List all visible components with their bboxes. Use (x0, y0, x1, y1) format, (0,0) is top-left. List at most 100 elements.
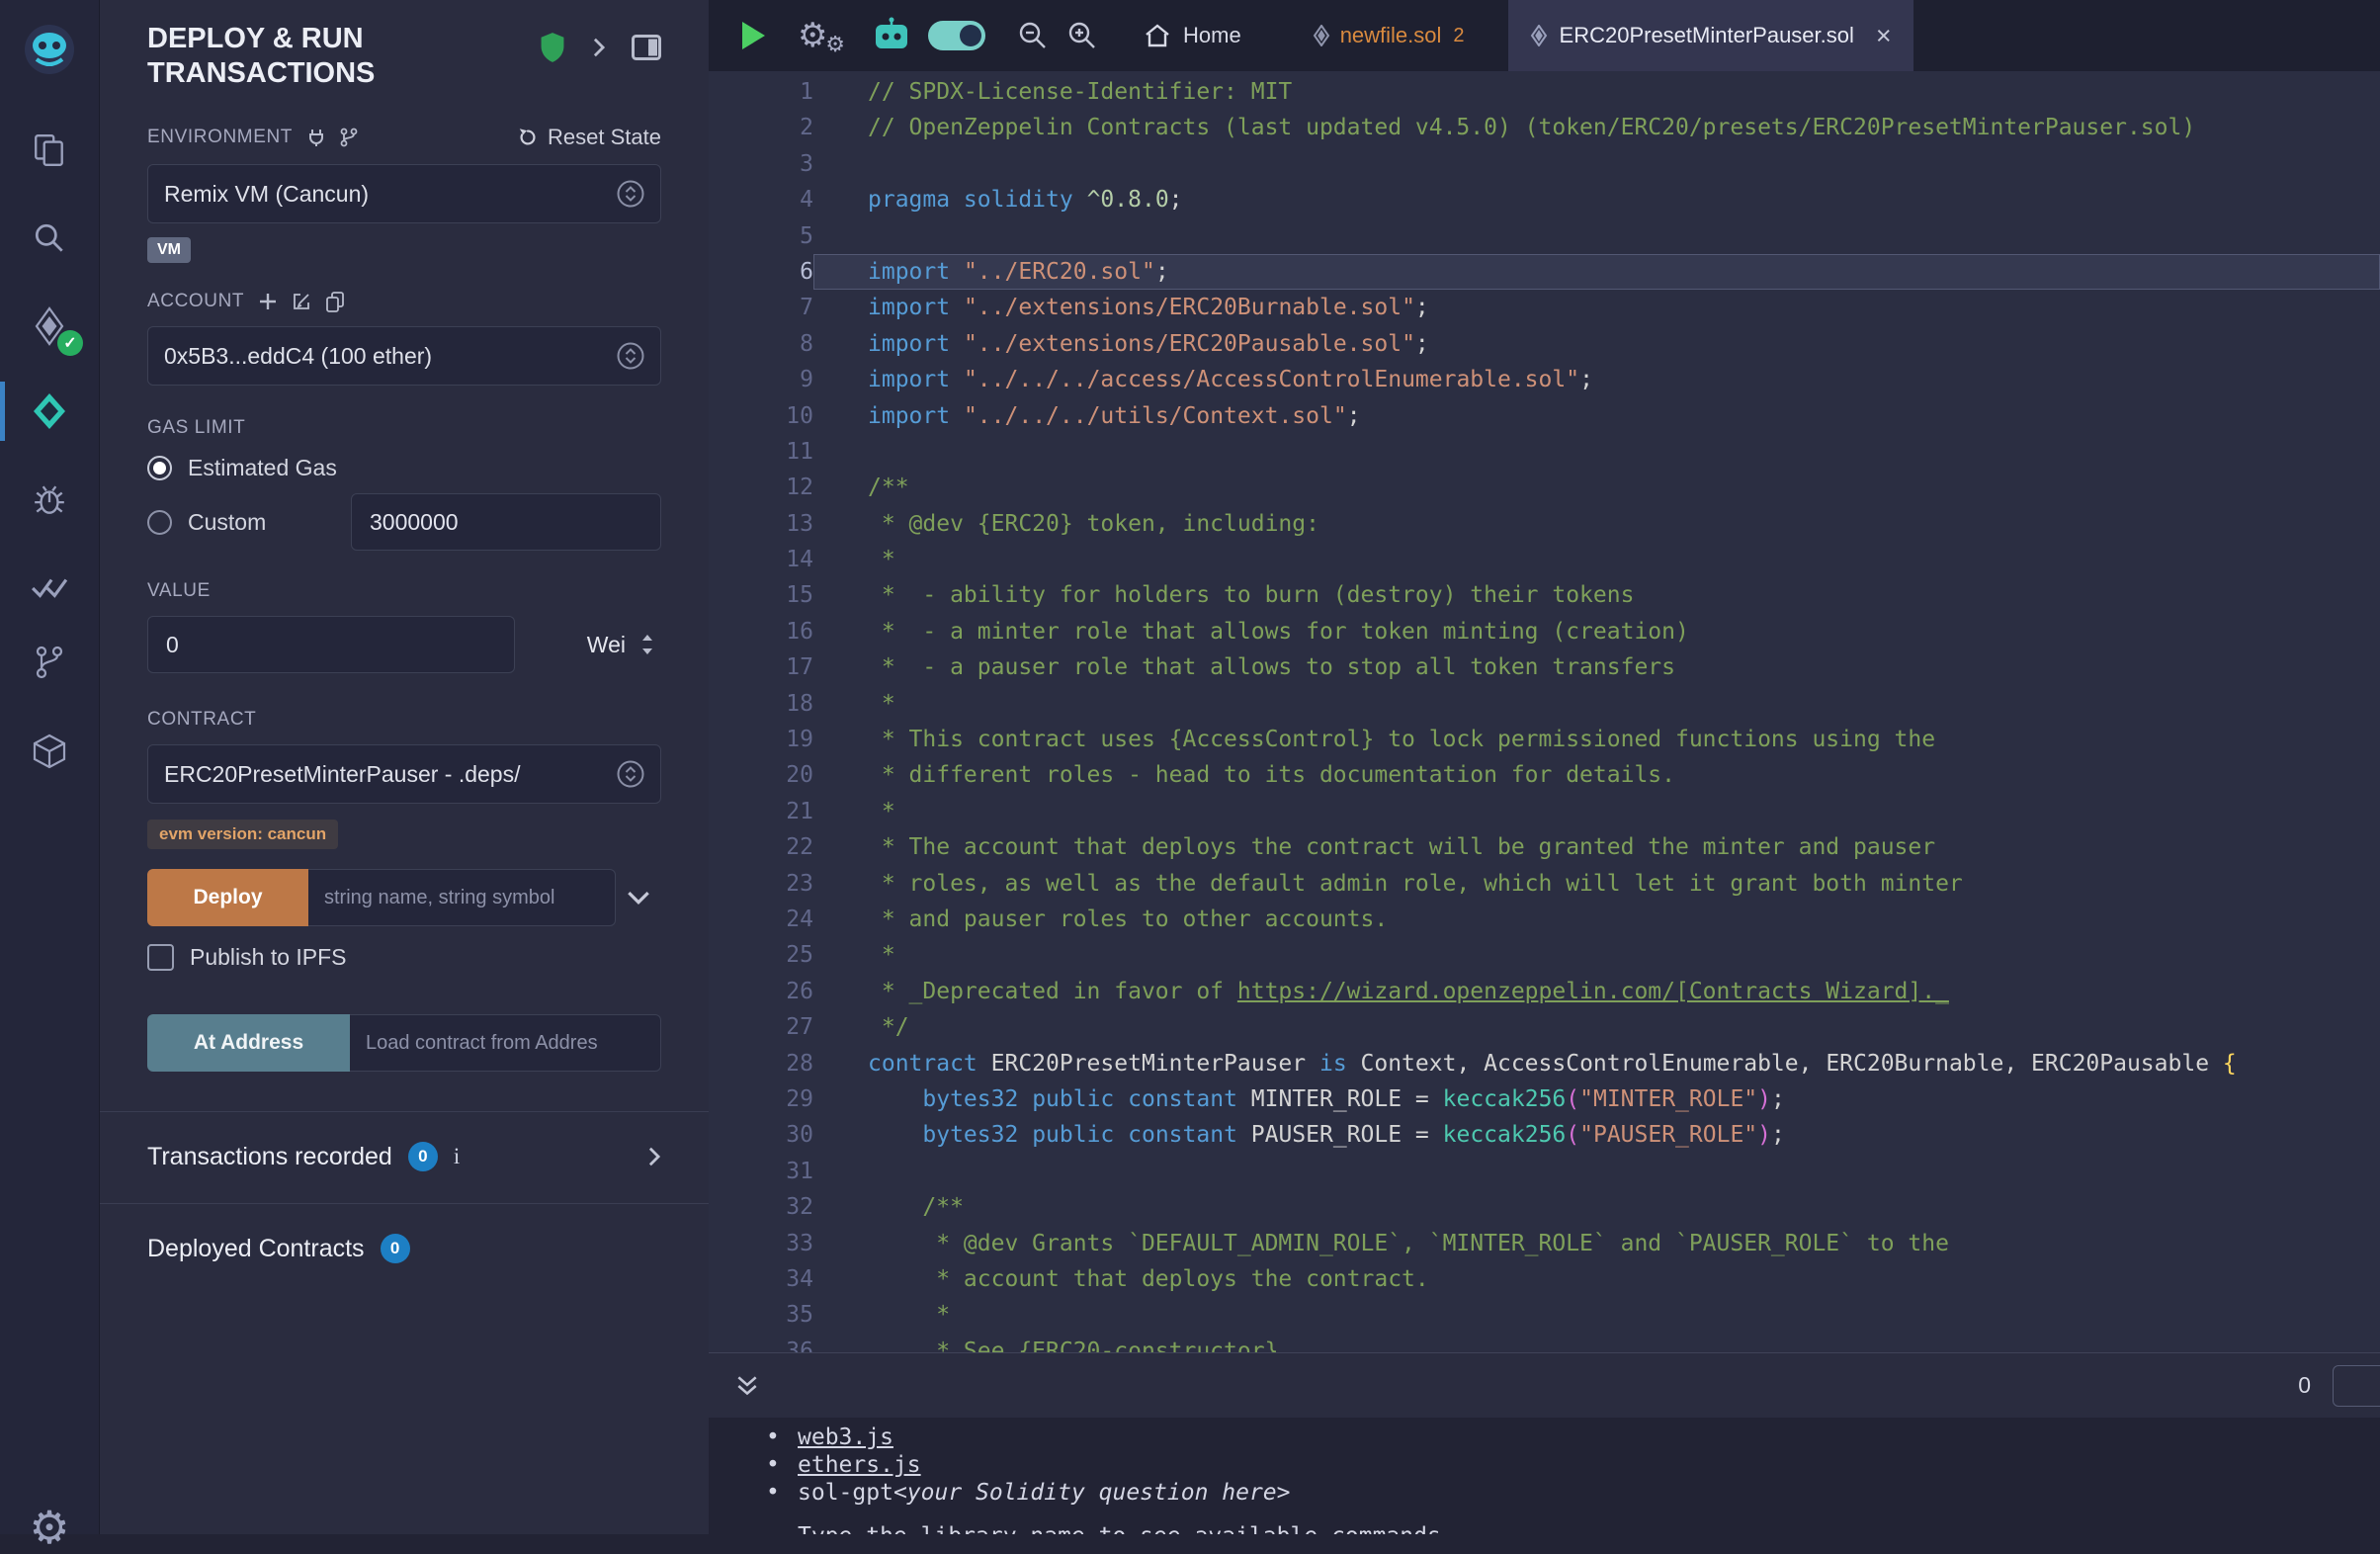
at-address-input[interactable] (350, 1014, 661, 1072)
terminal-output[interactable]: •web3.js•ethers.js•sol-gpt <your Solidit… (709, 1418, 2380, 1534)
ai-assistant-button[interactable] (871, 17, 912, 54)
terminal-link[interactable]: web3.js (798, 1424, 893, 1451)
publish-ipfs-checkbox[interactable] (147, 944, 174, 971)
code-line[interactable]: 18 * (709, 686, 2380, 722)
line-number: 20 (709, 757, 813, 793)
code-line[interactable]: 17 * - a pauser role that allows to stop… (709, 649, 2380, 685)
code-line[interactable]: 34 * account that deploys the contract. (709, 1261, 2380, 1297)
code-line[interactable]: 2// OpenZeppelin Contracts (last updated… (709, 110, 2380, 145)
zoom-in-button[interactable] (1066, 20, 1098, 51)
account-select[interactable]: 0x5B3...eddC4 (100 ether) (147, 326, 661, 386)
settings-icon[interactable]: ⚙ (0, 1501, 99, 1554)
chevron-right-icon[interactable] (647, 1146, 661, 1167)
code-line[interactable]: 15 * - ability for holders to burn (dest… (709, 577, 2380, 613)
deploy-button[interactable]: Deploy (147, 869, 308, 926)
estimated-gas-radio[interactable] (147, 456, 172, 480)
constructor-params-input[interactable] (308, 869, 616, 926)
code-line[interactable]: 26 * _Deprecated in favor of https://wiz… (709, 974, 2380, 1009)
code-line[interactable]: 16 * - a minter role that allows for tok… (709, 614, 2380, 649)
contract-select[interactable]: ERC20PresetMinterPauser - .deps/ (147, 744, 661, 804)
line-number: 15 (709, 577, 813, 613)
code-editor[interactable]: 1// SPDX-License-Identifier: MIT2// Open… (709, 71, 2380, 1352)
tab-erc20-preset[interactable]: ERC20PresetMinterPauser.sol × (1508, 0, 1913, 71)
code-line[interactable]: 8import "../extensions/ERC20Pausable.sol… (709, 326, 2380, 362)
vm-badge: VM (147, 237, 191, 263)
code-line[interactable]: 19 * This contract uses {AccessControl} … (709, 722, 2380, 757)
add-account-icon[interactable] (258, 292, 278, 311)
code-line[interactable]: 5 (709, 218, 2380, 254)
remix-logo[interactable] (0, 14, 99, 85)
expand-params-button[interactable] (616, 869, 661, 926)
code-line[interactable]: 4pragma solidity ^0.8.0; (709, 182, 2380, 217)
code-line[interactable]: 27 */ (709, 1009, 2380, 1045)
line-number: 36 (709, 1334, 813, 1352)
code-line[interactable]: 25 * (709, 937, 2380, 973)
code-line[interactable]: 24 * and pauser roles to other accounts. (709, 902, 2380, 937)
deployed-contracts-section[interactable]: Deployed Contracts 0 (147, 1204, 661, 1263)
terminal-search-box[interactable] (2333, 1365, 2380, 1407)
tab-home[interactable]: Home (1128, 0, 1257, 71)
search-item[interactable] (0, 203, 99, 274)
code-line[interactable]: 14 * (709, 542, 2380, 577)
environment-select[interactable]: Remix VM (Cancun) (147, 164, 661, 223)
custom-gas-input[interactable] (351, 493, 661, 551)
plug-icon[interactable] (306, 128, 326, 147)
zoom-out-button[interactable] (1017, 20, 1049, 51)
copy-icon[interactable] (325, 291, 345, 312)
code-line[interactable]: 31 (709, 1154, 2380, 1189)
line-number: 10 (709, 398, 813, 434)
code-line[interactable]: 35 * (709, 1297, 2380, 1333)
deploy-run-item[interactable] (0, 376, 99, 447)
fork-icon[interactable] (340, 128, 358, 147)
ai-toggle[interactable] (928, 21, 985, 50)
value-unit[interactable]: Wei (587, 632, 626, 658)
code-line[interactable]: 10import "../../../utils/Context.sol"; (709, 398, 2380, 434)
code-line[interactable]: 13 * @dev {ERC20} token, including: (709, 506, 2380, 542)
terminal-listen-count: 0 (2298, 1372, 2311, 1399)
line-number: 35 (709, 1297, 813, 1333)
code-line[interactable]: 6import "../ERC20.sol"; (709, 254, 2380, 290)
code-line[interactable]: 21 * (709, 794, 2380, 829)
plugin-manager-item[interactable] (0, 716, 99, 787)
edit-icon[interactable] (292, 292, 311, 311)
code-line[interactable]: 7import "../extensions/ERC20Burnable.sol… (709, 290, 2380, 325)
deployed-contracts-label: Deployed Contracts (147, 1235, 365, 1263)
expand-terminal-button[interactable] (734, 1375, 760, 1397)
script-config-button[interactable]: ⚙ ⚙ (798, 14, 845, 57)
info-icon[interactable]: i (454, 1144, 460, 1169)
tab-newfile[interactable]: newfile.sol 2 (1293, 0, 1485, 71)
code-line[interactable]: 22 * The account that deploys the contra… (709, 829, 2380, 865)
close-tab-icon[interactable]: × (1876, 23, 1892, 49)
terminal-link[interactable]: ethers.js (798, 1451, 921, 1479)
code-line[interactable]: 9import "../../../access/AccessControlEn… (709, 362, 2380, 397)
run-script-button[interactable] (738, 19, 768, 52)
code-line[interactable]: 3 (709, 146, 2380, 182)
pin-panel-icon[interactable] (632, 35, 661, 60)
code-line[interactable]: 36 * See {ERC20-constructor}. (709, 1334, 2380, 1352)
debugger-item[interactable] (0, 465, 99, 536)
at-address-button[interactable]: At Address (147, 1014, 350, 1072)
code-line[interactable]: 32 /** (709, 1189, 2380, 1225)
custom-gas-radio[interactable] (147, 510, 172, 535)
code-line[interactable]: 30 bytes32 public constant PAUSER_ROLE =… (709, 1117, 2380, 1153)
code-line[interactable]: 28contract ERC20PresetMinterPauser is Co… (709, 1046, 2380, 1081)
code-line[interactable]: 23 * roles, as well as the default admin… (709, 866, 2380, 902)
reset-state-button[interactable]: Reset State (517, 125, 661, 150)
select-stepper-icon (617, 760, 644, 788)
transactions-recorded-label: Transactions recorded (147, 1143, 392, 1171)
unit-testing-item[interactable] (0, 552, 99, 623)
unit-stepper-icon[interactable] (639, 632, 655, 657)
value-input[interactable] (147, 616, 515, 673)
chevron-right-icon[interactable] (592, 37, 606, 58)
solidity-compiler-item[interactable]: ✓ (0, 291, 99, 362)
code-line[interactable]: 11 (709, 434, 2380, 470)
code-line[interactable]: 29 bytes32 public constant MINTER_ROLE =… (709, 1081, 2380, 1117)
code-line[interactable]: 20 * different roles - head to its docum… (709, 757, 2380, 793)
transactions-recorded-section[interactable]: Transactions recorded 0 i (147, 1112, 661, 1171)
code-line[interactable]: 1// SPDX-License-Identifier: MIT (709, 74, 2380, 110)
file-explorer-item[interactable] (0, 115, 99, 186)
code-line[interactable]: 33 * @dev Grants `DEFAULT_ADMIN_ROLE`, `… (709, 1226, 2380, 1261)
line-number: 32 (709, 1189, 813, 1225)
code-line[interactable]: 12/** (709, 470, 2380, 505)
git-item[interactable] (0, 627, 99, 698)
